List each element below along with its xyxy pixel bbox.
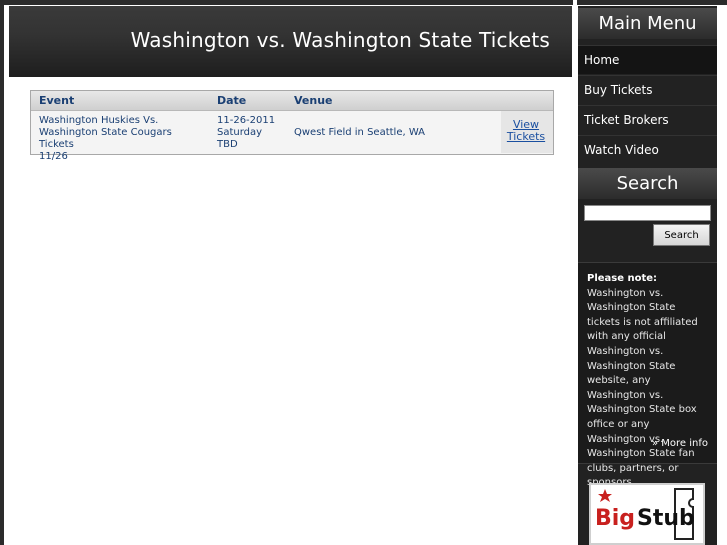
bigstub-logo[interactable]: Big Stub [589,483,705,545]
column-header-event: Event [39,94,75,107]
column-gap [573,0,577,545]
page-left-border [0,0,4,545]
disclaimer-box: Please note: Washington vs. Washington S… [578,262,717,488]
column-header-venue: Venue [294,94,333,107]
events-table: Event Date Venue Washington Huskies Vs. … [30,90,554,162]
menu-item-buy-tickets[interactable]: Buy Tickets [578,75,717,104]
menu-item-ticket-brokers[interactable]: Ticket Brokers [578,105,717,134]
view-tickets-cell: View Tickets [501,111,553,153]
disclaimer-label: Please note: [587,273,658,284]
event-name-line: 11/26 [39,151,68,162]
page-header: Washington vs. Washington State Tickets [9,6,572,77]
bigstub-logo-graphic: Big Stub [593,487,701,541]
disclaimer-body: Washington vs. Washington State tickets … [587,287,698,489]
main-menu-heading: Main Menu [578,8,717,39]
event-date-line: TBD [217,139,238,150]
menu-item-home[interactable]: Home [578,45,717,74]
view-tickets-link[interactable]: View Tickets [501,119,551,143]
event-date-line: Saturday [217,127,263,138]
view-tickets-line: Tickets [506,130,546,143]
logo-text: Stub [637,506,695,531]
event-name-link[interactable]: Washington Huskies Vs. Washington State … [39,115,209,163]
disclaimer-text: Please note: Washington vs. Washington S… [587,272,711,491]
column-header-date: Date [217,94,247,107]
event-name-line: Washington Huskies Vs. [39,115,159,126]
search-button[interactable]: Search [653,224,710,246]
logo-text: Big [595,506,635,531]
event-name-line: Washington State Cougars Tickets [39,127,172,150]
event-date: 11-26-2011 Saturday TBD [217,115,287,151]
event-venue: Qwest Field in Seattle, WA [294,127,426,138]
more-info-link[interactable]: » More info [652,438,708,449]
page-top-border [0,0,727,5]
search-heading: Search [578,168,717,199]
menu-item-watch-video[interactable]: Watch Video [578,135,717,164]
sidebar: Main Menu Home Buy Tickets Ticket Broker… [578,6,717,545]
search-input[interactable] [584,205,711,221]
table-header: Event Date Venue [31,91,553,111]
event-date-line: 11-26-2011 [217,115,276,126]
page-title: Washington vs. Washington State Tickets [130,28,550,52]
